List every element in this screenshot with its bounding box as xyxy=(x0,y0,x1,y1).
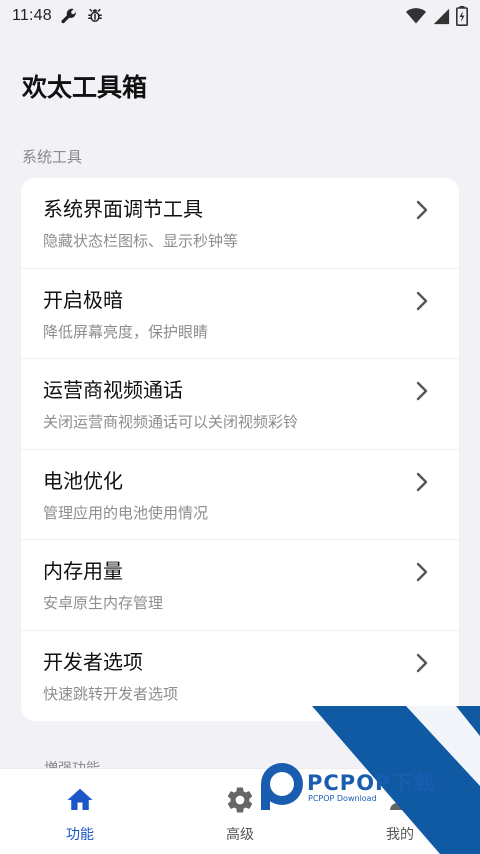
tab-functions[interactable]: 功能 xyxy=(0,769,160,854)
item-title: 内存用量 xyxy=(43,559,123,583)
item-subtitle: 安卓原生内存管理 xyxy=(43,594,164,612)
list-item-system-ui-tuner[interactable]: 系统界面调节工具 隐藏状态栏图标、显示秒钟等 xyxy=(21,178,459,269)
tab-label: 功能 xyxy=(66,827,94,843)
battery-icon xyxy=(456,6,468,26)
chevron-right-icon xyxy=(416,200,428,220)
page-title: 欢太工具箱 xyxy=(22,73,148,102)
tab-label: 高级 xyxy=(226,827,254,843)
watermark-text: PCPOP下载 xyxy=(307,771,436,795)
chevron-right-icon xyxy=(416,653,428,672)
item-subtitle: 隐藏状态栏图标、显示秒钟等 xyxy=(43,232,239,250)
tab-advanced[interactable]: 高级 xyxy=(160,769,320,854)
item-title: 开启极暗 xyxy=(43,287,123,312)
bug-icon xyxy=(88,8,102,22)
cellular-signal-icon xyxy=(433,8,450,25)
item-subtitle: 快速跳转开发者选项 xyxy=(43,684,179,703)
wrench-icon xyxy=(61,8,77,24)
section-label-system-tools: 系统工具 xyxy=(22,148,83,166)
tab-label: 我的 xyxy=(386,827,414,843)
item-title: 电池优化 xyxy=(43,468,123,493)
item-title: 系统界面调节工具 xyxy=(43,197,203,221)
wifi-icon xyxy=(406,8,426,24)
status-bar: 11:48 xyxy=(0,0,480,32)
chevron-right-icon xyxy=(416,562,428,582)
item-subtitle: 关闭运营商视频通话可以关闭视频彩铃 xyxy=(43,413,299,431)
list-item-extra-dim[interactable]: 开启极暗 降低屏幕亮度，保护眼睛 xyxy=(21,269,459,359)
watermark-subtext: PCPOP Download xyxy=(308,794,377,803)
list-item-developer-options[interactable]: 开发者选项 快速跳转开发者选项 xyxy=(21,631,459,722)
list-item-carrier-video-call[interactable]: 运营商视频通话 关闭运营商视频通话可以关闭视频彩铃 xyxy=(21,359,459,450)
tools-card: 系统界面调节工具 隐藏状态栏图标、显示秒钟等 开启极暗 降低屏幕亮度，保护眼睛 … xyxy=(21,178,459,721)
chevron-right-icon xyxy=(416,291,428,310)
item-title: 运营商视频通话 xyxy=(43,378,183,402)
list-item-memory-usage[interactable]: 内存用量 安卓原生内存管理 xyxy=(21,540,459,631)
home-icon xyxy=(67,788,93,810)
gear-icon xyxy=(227,787,253,813)
chevron-right-icon xyxy=(416,381,428,401)
section-label-enhanced: 増强功能 xyxy=(44,758,100,768)
status-time: 11:48 xyxy=(12,7,52,24)
chevron-right-icon xyxy=(416,472,428,491)
item-subtitle: 降低屏幕亮度，保护眼睛 xyxy=(43,322,209,341)
item-title: 开发者选项 xyxy=(43,649,143,674)
list-item-battery-optimization[interactable]: 电池优化 管理应用的电池使用情况 xyxy=(21,450,459,540)
item-subtitle: 管理应用的电池使用情况 xyxy=(43,503,209,522)
